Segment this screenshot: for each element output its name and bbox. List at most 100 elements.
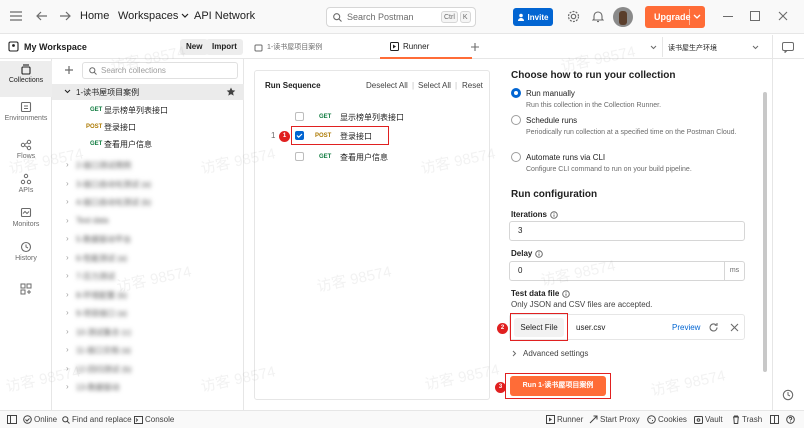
- option-title: Automate runs via CLI: [526, 153, 606, 162]
- global-search-input[interactable]: Search Postman Ctrl K: [326, 7, 476, 27]
- import-button[interactable]: Import: [206, 39, 243, 55]
- tab-runner[interactable]: Runner: [380, 35, 472, 59]
- cookies-button[interactable]: Cookies: [647, 415, 687, 424]
- collection-row[interactable]: › 7-压力测试: [52, 268, 244, 284]
- grid-plus-icon: [20, 283, 32, 295]
- chevron-down-icon[interactable]: [693, 14, 701, 20]
- scrollbar-thumb[interactable]: [763, 92, 767, 372]
- rail-monitors[interactable]: Monitors: [0, 205, 52, 241]
- invite-button[interactable]: Invite: [513, 8, 553, 26]
- rail-collections[interactable]: Collections: [0, 61, 52, 97]
- runner-button[interactable]: Runner: [546, 415, 583, 424]
- request-item[interactable]: POST 登录接口: [52, 119, 244, 135]
- nav-workspaces[interactable]: Workspaces: [118, 10, 189, 22]
- help-icon[interactable]: [786, 415, 795, 424]
- nav-workspaces-label: Workspaces: [118, 10, 179, 22]
- radio-run-manually[interactable]: [511, 88, 521, 98]
- remove-file-icon[interactable]: [730, 323, 739, 332]
- collection-row[interactable]: › 5-数据驱动平台: [52, 231, 244, 247]
- environments-icon: [20, 101, 32, 113]
- search-collections-input[interactable]: Search collections: [82, 62, 238, 79]
- collection-row[interactable]: › 2-接口测试用例: [52, 157, 244, 173]
- method-post: POST: [86, 124, 103, 130]
- toggle-sidebar-icon[interactable]: [7, 415, 17, 424]
- request-item[interactable]: GET 查看用户信息: [52, 136, 244, 152]
- environment-selector[interactable]: 读书屋生产环境: [668, 42, 768, 54]
- iterations-label: Iterations: [511, 210, 548, 219]
- rail-label: Flows: [16, 153, 36, 160]
- runner-timer-icon[interactable]: [782, 389, 794, 401]
- comments-icon[interactable]: [782, 42, 794, 53]
- collection-row[interactable]: › 6-性能测试 (a): [52, 250, 244, 266]
- start-proxy-button[interactable]: Start Proxy: [589, 415, 640, 424]
- menu-icon[interactable]: [10, 11, 22, 21]
- settings-gear-icon[interactable]: [567, 10, 580, 23]
- select-all-button[interactable]: Select All: [418, 81, 451, 90]
- maximize-icon[interactable]: [750, 11, 760, 21]
- iterations-input[interactable]: 3: [509, 221, 745, 241]
- run-sequence-row[interactable]: 1 1 POST 登录接口: [255, 126, 489, 145]
- environment-name: 读书屋生产环境: [668, 45, 717, 52]
- refresh-icon[interactable]: [708, 322, 719, 333]
- request-item[interactable]: GET 显示榜单列表接口: [52, 102, 244, 118]
- vault-button[interactable]: Vault: [694, 415, 723, 424]
- request-checkbox-checked[interactable]: [295, 131, 304, 140]
- workspace-title[interactable]: My Workspace: [24, 42, 87, 52]
- collection-row[interactable]: 1-读书屋项目案例: [52, 84, 244, 100]
- request-checkbox[interactable]: [295, 152, 304, 161]
- request-name: 登录接口: [104, 123, 136, 132]
- rail-flows[interactable]: Flows: [0, 137, 52, 173]
- upgrade-divider: [689, 9, 690, 25]
- tab-collection[interactable]: 1-读书屋项目案例: [254, 35, 366, 59]
- run-sequence-row[interactable]: GET 显示榜单列表接口: [255, 109, 489, 125]
- reset-button[interactable]: Reset: [462, 81, 483, 90]
- collection-row[interactable]: › 3-接口自动化测试 (a): [52, 176, 244, 192]
- avatar[interactable]: [613, 7, 633, 27]
- collection-row[interactable]: › 8-环境配置 (b): [52, 287, 244, 303]
- delay-input[interactable]: 0 ms: [509, 261, 745, 281]
- collection-row[interactable]: › 13-数据驱动: [52, 379, 244, 395]
- notification-bell-icon[interactable]: [592, 10, 604, 23]
- preview-link[interactable]: Preview: [672, 323, 700, 332]
- left-rail: Collections Environments Flows APIs Moni…: [0, 59, 52, 410]
- online-status[interactable]: Online: [23, 415, 57, 424]
- star-icon[interactable]: [226, 87, 236, 97]
- console-button[interactable]: Console: [134, 415, 174, 424]
- forward-arrow-icon[interactable]: [59, 11, 71, 21]
- radio-schedule-runs[interactable]: [511, 115, 521, 125]
- rail-apis[interactable]: APIs: [0, 171, 52, 207]
- trash-button[interactable]: Trash: [732, 415, 762, 424]
- upgrade-button[interactable]: Upgrade: [645, 6, 705, 28]
- run-collection-button[interactable]: Run 1-读书屋项目案例: [510, 376, 606, 396]
- top-bar: Home Workspaces API Network Search Postm…: [0, 0, 804, 34]
- collection-row[interactable]: › 11-接口文档 (a): [52, 342, 244, 358]
- search-placeholder: Search Postman: [347, 12, 414, 22]
- two-pane-icon[interactable]: [770, 415, 779, 424]
- nav-api-network[interactable]: API Network: [194, 10, 255, 22]
- rail-configure[interactable]: [0, 281, 52, 317]
- collection-row[interactable]: › 12-回归测试 (b): [52, 361, 244, 377]
- collection-row[interactable]: › 9-项目接口 (a): [52, 305, 244, 321]
- collection-row[interactable]: › 10-测试集合 (c): [52, 324, 244, 340]
- request-checkbox[interactable]: [295, 112, 304, 121]
- new-button[interactable]: New: [180, 39, 209, 55]
- collection-row[interactable]: › Test data: [52, 213, 244, 229]
- rail-history[interactable]: History: [0, 239, 52, 275]
- back-arrow-icon[interactable]: [36, 11, 48, 21]
- chevron-down-icon[interactable]: [650, 45, 657, 50]
- deselect-all-button[interactable]: Deselect All: [366, 81, 408, 90]
- radio-automate-cli[interactable]: [511, 152, 521, 162]
- select-file-button[interactable]: Select File: [514, 318, 564, 337]
- run-sequence-row[interactable]: GET 查看用户信息: [255, 149, 489, 165]
- nav-home[interactable]: Home: [80, 10, 109, 22]
- collection-row[interactable]: › 4-接口自动化测试 (b): [52, 194, 244, 210]
- new-tab-icon[interactable]: [470, 42, 480, 52]
- minimize-icon[interactable]: [723, 16, 733, 17]
- close-icon[interactable]: [778, 11, 788, 21]
- add-collection-icon[interactable]: [64, 65, 74, 75]
- selected-file-name: user.csv: [576, 323, 606, 332]
- advanced-settings-toggle[interactable]: Advanced settings: [512, 349, 588, 358]
- find-replace-button[interactable]: Find and replace: [62, 415, 132, 424]
- run-mode-heading: Choose how to run your collection: [511, 70, 676, 81]
- rail-environments[interactable]: Environments: [0, 99, 52, 135]
